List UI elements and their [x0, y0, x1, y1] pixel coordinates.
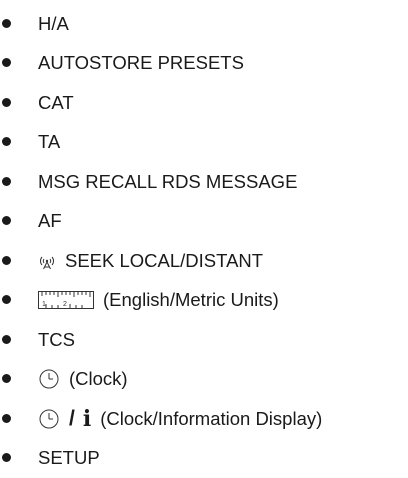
ruler-icon: 1 2	[38, 290, 94, 310]
item-label: SETUP	[38, 447, 100, 469]
item-label: TA	[38, 131, 60, 153]
feature-list: H/A AUTOSTORE PRESETS CAT TA MSG RECALL …	[0, 4, 408, 478]
info-icon: /i	[69, 406, 91, 432]
bullet	[2, 216, 11, 225]
bullet	[2, 256, 11, 265]
list-item: 1 2 (English/Metric Units)	[0, 281, 408, 321]
bullet	[2, 414, 11, 423]
list-item: AF	[0, 202, 408, 242]
item-label: MSG RECALL RDS MESSAGE	[38, 171, 297, 193]
bullet	[2, 98, 11, 107]
list-item: MSG RECALL RDS MESSAGE	[0, 162, 408, 202]
list-item: SETUP	[0, 439, 408, 478]
item-label: AUTOSTORE PRESETS	[38, 52, 244, 74]
list-item: /i (Clock/Information Display)	[0, 399, 408, 439]
item-label: AF	[38, 210, 62, 232]
bullet	[2, 137, 11, 146]
item-label: (Clock/Information Display)	[100, 408, 322, 430]
svg-text:1: 1	[42, 301, 46, 308]
antenna-signal-icon	[38, 251, 56, 271]
item-label: SEEK LOCAL/DISTANT	[65, 250, 263, 272]
item-label: TCS	[38, 329, 75, 351]
clock-icon	[38, 368, 60, 390]
bullet	[2, 453, 11, 462]
svg-text:2: 2	[63, 301, 67, 308]
item-label: (English/Metric Units)	[103, 289, 279, 311]
list-item: AUTOSTORE PRESETS	[0, 44, 408, 84]
bullet	[2, 177, 11, 186]
bullet	[2, 295, 11, 304]
item-label: CAT	[38, 92, 74, 114]
list-item: TA	[0, 123, 408, 163]
bullet	[2, 374, 11, 383]
list-item: TCS	[0, 320, 408, 360]
list-item: CAT	[0, 83, 408, 123]
list-item: SEEK LOCAL/DISTANT	[0, 241, 408, 281]
list-item: H/A	[0, 4, 408, 44]
clock-icon	[38, 408, 60, 430]
item-label: (Clock)	[69, 368, 128, 390]
item-label: H/A	[38, 13, 69, 35]
bullet	[2, 58, 11, 67]
bullet	[2, 19, 11, 28]
list-item: (Clock)	[0, 360, 408, 400]
bullet	[2, 335, 11, 344]
